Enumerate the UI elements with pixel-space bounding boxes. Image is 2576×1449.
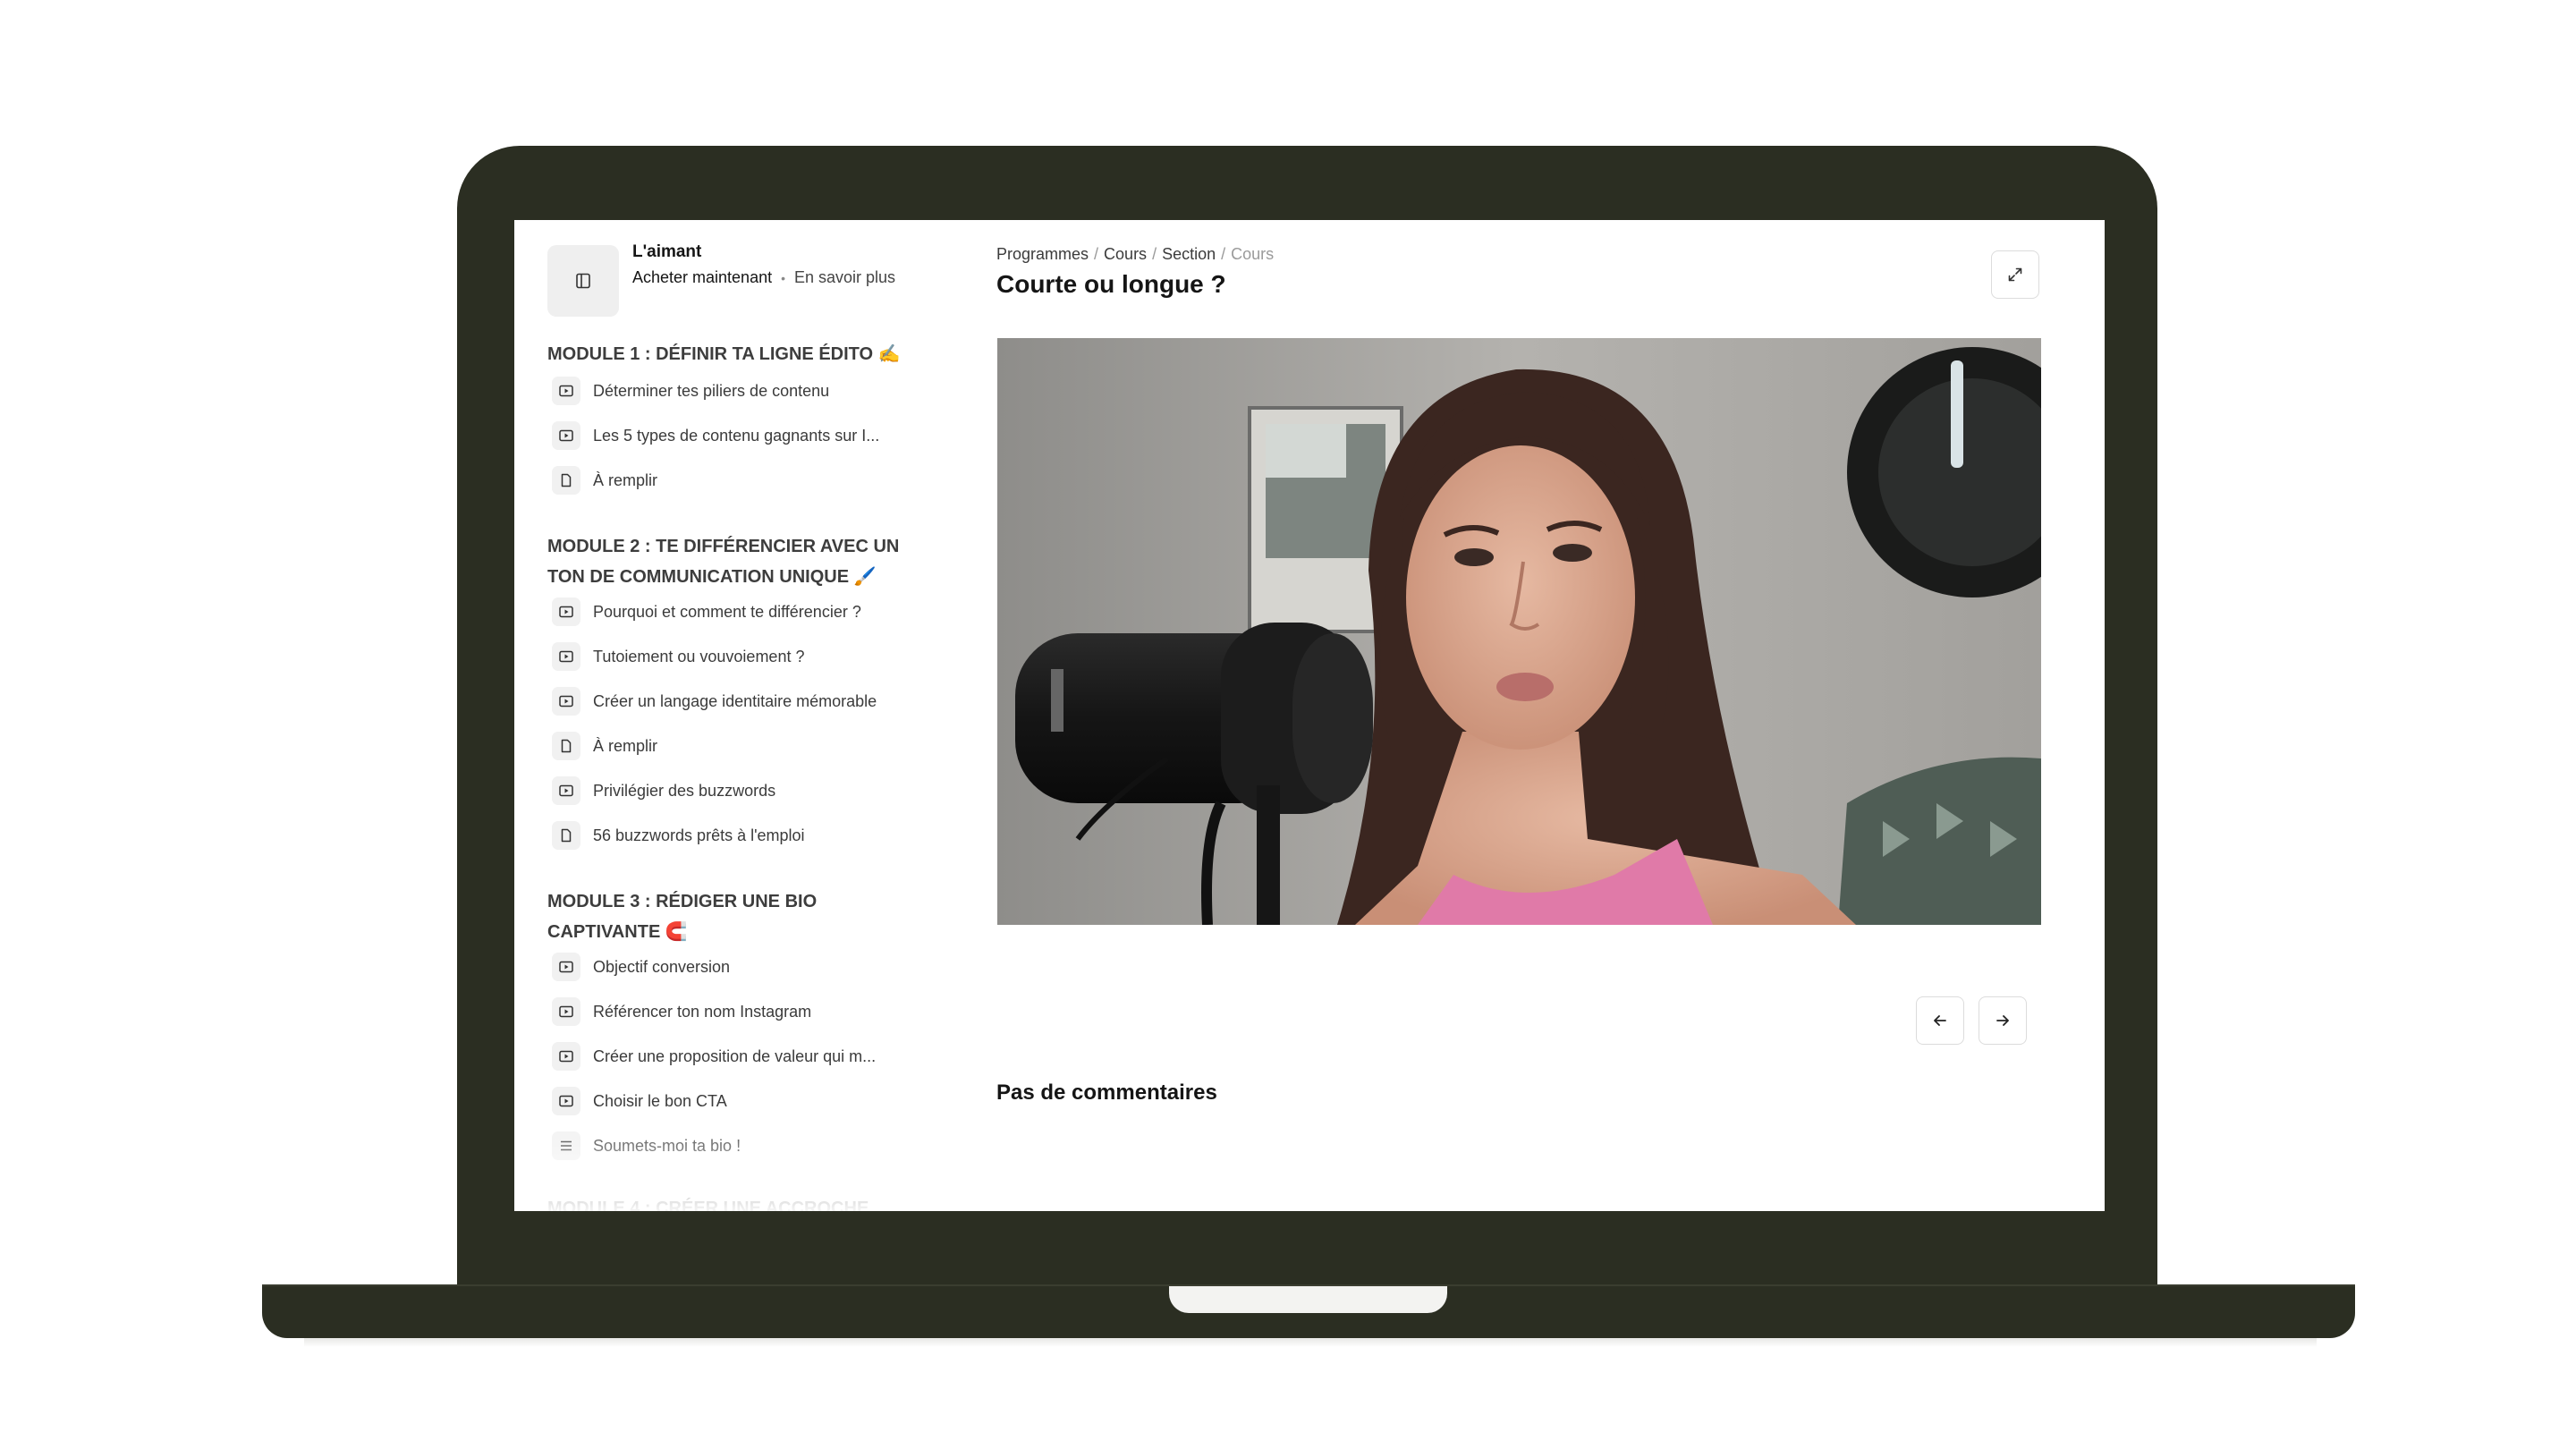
lesson-item[interactable]: Objectif conversion: [552, 952, 730, 982]
lesson-item[interactable]: Choisir le bon CTA: [552, 1086, 727, 1116]
sidebar-toggle-icon: [576, 273, 590, 289]
video-icon: [552, 642, 580, 671]
laptop-shadow: [304, 1338, 2317, 1347]
file-icon: [552, 732, 580, 760]
next-lesson-button[interactable]: [1979, 996, 2027, 1045]
page-title: Courte ou longue ?: [996, 270, 1226, 298]
lesson-item[interactable]: Tutoiement ou vouvoiement ?: [552, 641, 804, 672]
lesson-item[interactable]: Déterminer tes piliers de contenu: [552, 376, 829, 406]
video-icon: [552, 997, 580, 1026]
separator-dot: •: [781, 270, 785, 285]
video-player[interactable]: [997, 338, 2041, 925]
file-icon: [552, 466, 580, 495]
app-screen: L'aimant Acheter maintenant • En savoir …: [514, 220, 2105, 1211]
module-title[interactable]: MODULE 2 : TE DIFFÉRENCIER AVEC UN TON D…: [547, 531, 923, 592]
lesson-item[interactable]: Les 5 types de contenu gagnants sur I...: [552, 420, 879, 451]
learn-more-link[interactable]: En savoir plus: [794, 268, 895, 287]
breadcrumb: Programmes / Cours / Section / Cours: [996, 245, 1274, 264]
lesson-item[interactable]: Référencer ton nom Instagram: [552, 996, 811, 1027]
breadcrumb-separator: /: [1094, 245, 1099, 263]
lesson-label: Pourquoi et comment te différencier ?: [593, 602, 861, 621]
lesson-label: Les 5 types de contenu gagnants sur I...: [593, 426, 880, 445]
video-icon: [552, 377, 580, 405]
arrow-right-icon: [1996, 1015, 2009, 1026]
buy-now-link[interactable]: Acheter maintenant: [632, 268, 772, 287]
video-icon: [552, 687, 580, 716]
lesson-label: Soumets-moi ta bio !: [593, 1136, 741, 1155]
lesson-item[interactable]: À remplir: [552, 465, 657, 496]
lesson-label: Objectif conversion: [593, 957, 731, 976]
module-title[interactable]: MODULE 1 : DÉFINIR TA LIGNE ÉDITO ✍️: [547, 339, 932, 369]
breadcrumb-separator: /: [1221, 245, 1226, 263]
video-icon: [552, 421, 580, 450]
sidebar-toggle-button[interactable]: [547, 245, 619, 317]
lesson-label: Créer une proposition de valeur qui m...: [593, 1046, 877, 1065]
text-icon: [552, 1131, 580, 1160]
lesson-label: À remplir: [593, 470, 658, 489]
module-title[interactable]: MODULE 3 : RÉDIGER UNE BIO CAPTIVANTE 🧲: [547, 886, 932, 947]
video-icon: [552, 1042, 580, 1071]
lesson-item[interactable]: Soumets-moi ta bio !: [552, 1131, 741, 1161]
lesson-item[interactable]: À remplir: [552, 731, 657, 761]
lesson-item[interactable]: Pourquoi et comment te différencier ?: [552, 597, 861, 627]
arrow-left-icon: [1934, 1015, 1946, 1026]
lesson-item[interactable]: Créer une proposition de valeur qui m...: [552, 1041, 876, 1072]
breadcrumb-item[interactable]: Cours: [1104, 245, 1147, 263]
lesson-label: Déterminer tes piliers de contenu: [593, 381, 830, 400]
laptop-notch: [1169, 1286, 1447, 1313]
lesson-label: Tutoiement ou vouvoiement ?: [593, 647, 805, 665]
video-icon: [552, 1087, 580, 1115]
product-links: Acheter maintenant • En savoir plus: [632, 268, 895, 287]
lesson-item[interactable]: Privilégier des buzzwords: [552, 775, 775, 806]
file-icon: [552, 821, 580, 850]
breadcrumb-item[interactable]: Section: [1162, 245, 1216, 263]
lesson-label: 56 buzzwords prêts à l'emploi: [593, 826, 805, 844]
expand-button[interactable]: [1991, 250, 2039, 299]
video-icon: [552, 776, 580, 805]
lesson-label: Référencer ton nom Instagram: [593, 1002, 812, 1021]
lesson-label: À remplir: [593, 736, 658, 755]
video-icon: [552, 953, 580, 981]
breadcrumb-separator: /: [1152, 245, 1157, 263]
video-icon: [552, 597, 580, 626]
product-title: L'aimant: [632, 242, 702, 261]
lesson-label: Créer un langage identitaire mémorable: [593, 691, 877, 710]
lesson-item[interactable]: 56 buzzwords prêts à l'emploi: [552, 820, 805, 851]
module-title[interactable]: MODULE 4 : CRÉER UNE ACCROCHE: [547, 1193, 932, 1211]
expand-icon: [2008, 267, 2022, 282]
lesson-label: Privilégier des buzzwords: [593, 781, 776, 800]
lesson-label: Choisir le bon CTA: [593, 1091, 727, 1110]
breadcrumb-item[interactable]: Programmes: [996, 245, 1089, 263]
comments-heading: Pas de commentaires: [996, 1080, 1217, 1105]
lesson-item[interactable]: Créer un langage identitaire mémorable: [552, 686, 877, 716]
previous-lesson-button[interactable]: [1916, 996, 1964, 1045]
breadcrumb-current: Cours: [1231, 245, 1275, 263]
video-frame: [997, 338, 2041, 925]
